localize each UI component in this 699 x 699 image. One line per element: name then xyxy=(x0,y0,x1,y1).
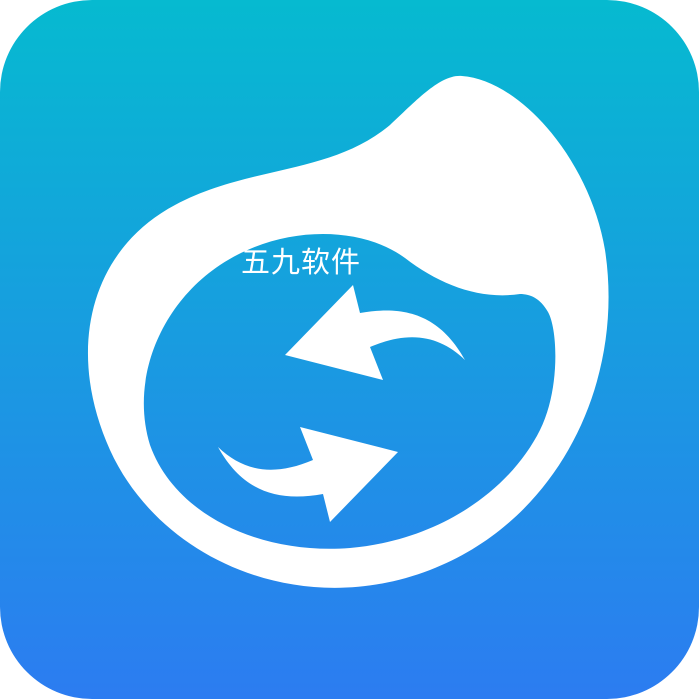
app-icon[interactable]: 五九软件 xyxy=(0,0,699,699)
watermark-text: 五九软件 xyxy=(241,245,362,279)
app-tile-icon xyxy=(0,0,699,699)
